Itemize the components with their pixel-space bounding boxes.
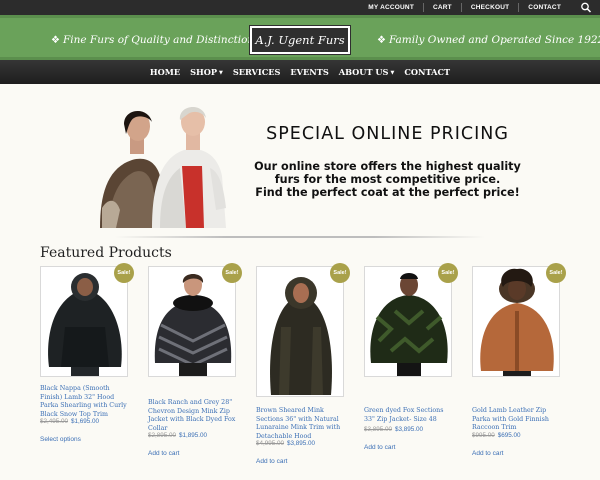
nav-item-shop[interactable]: SHOP ▼ bbox=[185, 67, 228, 77]
chevron-down-icon: ▼ bbox=[219, 70, 223, 76]
sale-price: $1,895.00 bbox=[179, 432, 208, 439]
product-name-link[interactable]: Brown Sheared Mink Sections 36" with Nat… bbox=[256, 407, 348, 441]
old-price: $2,895.00 bbox=[148, 432, 177, 439]
old-price: $4,995.00 bbox=[256, 440, 285, 447]
nav-label: SERVICES bbox=[232, 67, 281, 77]
diamond-ornament-icon: ❖ bbox=[377, 35, 386, 46]
sale-price: $3,895.00 bbox=[395, 426, 424, 433]
old-price: $995.00 bbox=[472, 432, 495, 439]
product-price: $2,495.00 $1,695.00 bbox=[40, 418, 99, 425]
nav-item-events[interactable]: EVENTS bbox=[285, 67, 333, 77]
nav-item-services[interactable]: SERVICES bbox=[228, 67, 286, 77]
product-name-link[interactable]: Green dyed Fox Sections 33" Zip Jacket- … bbox=[364, 407, 456, 424]
checkout-link[interactable]: CHECKOUT bbox=[462, 3, 520, 12]
hero-subtitle-line: furs for the most competitive price. bbox=[274, 173, 501, 186]
nav-item-home[interactable]: HOME bbox=[145, 67, 185, 77]
tagline-left: ❖Fine Furs of Quality and Distinction❖ bbox=[48, 34, 269, 46]
tagline-right-text: Family Owned and Operated Since 1922 bbox=[388, 34, 600, 46]
product-image[interactable] bbox=[148, 266, 236, 377]
nav-label: CONTACT bbox=[404, 67, 451, 77]
old-price: $3,895.00 bbox=[364, 426, 393, 433]
add-to-cart-button[interactable]: Add to cart bbox=[472, 450, 503, 457]
product-price: $4,995.00 $3,895.00 bbox=[256, 440, 315, 447]
nav-label: EVENTS bbox=[290, 67, 329, 77]
search-icon[interactable] bbox=[580, 2, 592, 13]
nav-item-about-us[interactable]: ABOUT US ▼ bbox=[334, 67, 400, 77]
hero-models-image bbox=[100, 106, 226, 228]
sale-badge: Sale! bbox=[438, 263, 458, 283]
sale-price: $3,895.00 bbox=[287, 440, 316, 447]
sale-badge: Sale! bbox=[330, 263, 350, 283]
product-image[interactable] bbox=[472, 266, 560, 377]
utility-links: MY ACCOUNT CART CHECKOUT CONTACT bbox=[359, 0, 570, 15]
add-to-cart-button[interactable]: Add to cart bbox=[364, 444, 395, 451]
product-image[interactable] bbox=[40, 266, 128, 377]
diamond-ornament-icon: ❖ bbox=[51, 35, 60, 46]
product-name-link[interactable]: Black Ranch and Grey 28" Chevron Design … bbox=[148, 399, 240, 433]
sale-price: $695.00 bbox=[497, 432, 521, 439]
utility-bar: MY ACCOUNT CART CHECKOUT CONTACT bbox=[0, 0, 600, 15]
product-price: $995.00 $695.00 bbox=[472, 432, 521, 439]
featured-products-heading: Featured Products bbox=[40, 245, 172, 261]
tagline-left-text: Fine Furs of Quality and Distinction bbox=[62, 34, 255, 46]
product-name-link[interactable]: Black Nappa (Smooth Finish) Lamb 32" Hoo… bbox=[40, 385, 132, 419]
nav-label: SHOP bbox=[190, 67, 218, 77]
add-to-cart-button[interactable]: Add to cart bbox=[148, 450, 179, 457]
product-price: $3,895.00 $3,895.00 bbox=[364, 426, 423, 433]
contact-link[interactable]: CONTACT bbox=[519, 3, 570, 12]
main-nav: HOME SHOP ▼ SERVICES EVENTS ABOUT US ▼ CON… bbox=[0, 60, 600, 84]
cart-link[interactable]: CART bbox=[424, 3, 462, 12]
section-divider bbox=[115, 236, 485, 238]
old-price: $2,495.00 bbox=[40, 418, 69, 425]
nav-label: HOME bbox=[149, 67, 181, 77]
sale-badge: Sale! bbox=[546, 263, 566, 283]
nav-label: ABOUT US bbox=[338, 67, 389, 77]
hero-subtitle-line: Our online store offers the highest qual… bbox=[254, 160, 521, 173]
hero-subtitle-line: Find the perfect coat at the perfect pri… bbox=[255, 186, 520, 199]
product-image[interactable] bbox=[256, 266, 344, 397]
my-account-link[interactable]: MY ACCOUNT bbox=[359, 3, 424, 12]
product-image[interactable] bbox=[364, 266, 452, 377]
brand-banner: ❖Fine Furs of Quality and Distinction❖ A… bbox=[0, 15, 600, 60]
nav-item-contact[interactable]: CONTACT bbox=[399, 67, 455, 77]
product-price: $2,895.00 $1,895.00 bbox=[148, 432, 207, 439]
sale-badge: Sale! bbox=[222, 263, 242, 283]
add-to-cart-button[interactable]: Add to cart bbox=[256, 458, 287, 465]
sale-price: $1,695.00 bbox=[71, 418, 100, 425]
tagline-right: ❖Family Owned and Operated Since 1922❖ bbox=[374, 34, 600, 46]
chevron-down-icon: ▼ bbox=[390, 70, 395, 76]
select-options-button[interactable]: Select options bbox=[40, 436, 81, 443]
hero-title: SPECIAL ONLINE PRICING bbox=[266, 124, 509, 144]
site-logo[interactable]: A.J. Ugent Furs bbox=[250, 26, 350, 54]
sale-badge: Sale! bbox=[114, 263, 134, 283]
product-name-link[interactable]: Gold Lamb Leather Zip Parka with Gold Fi… bbox=[472, 407, 564, 433]
